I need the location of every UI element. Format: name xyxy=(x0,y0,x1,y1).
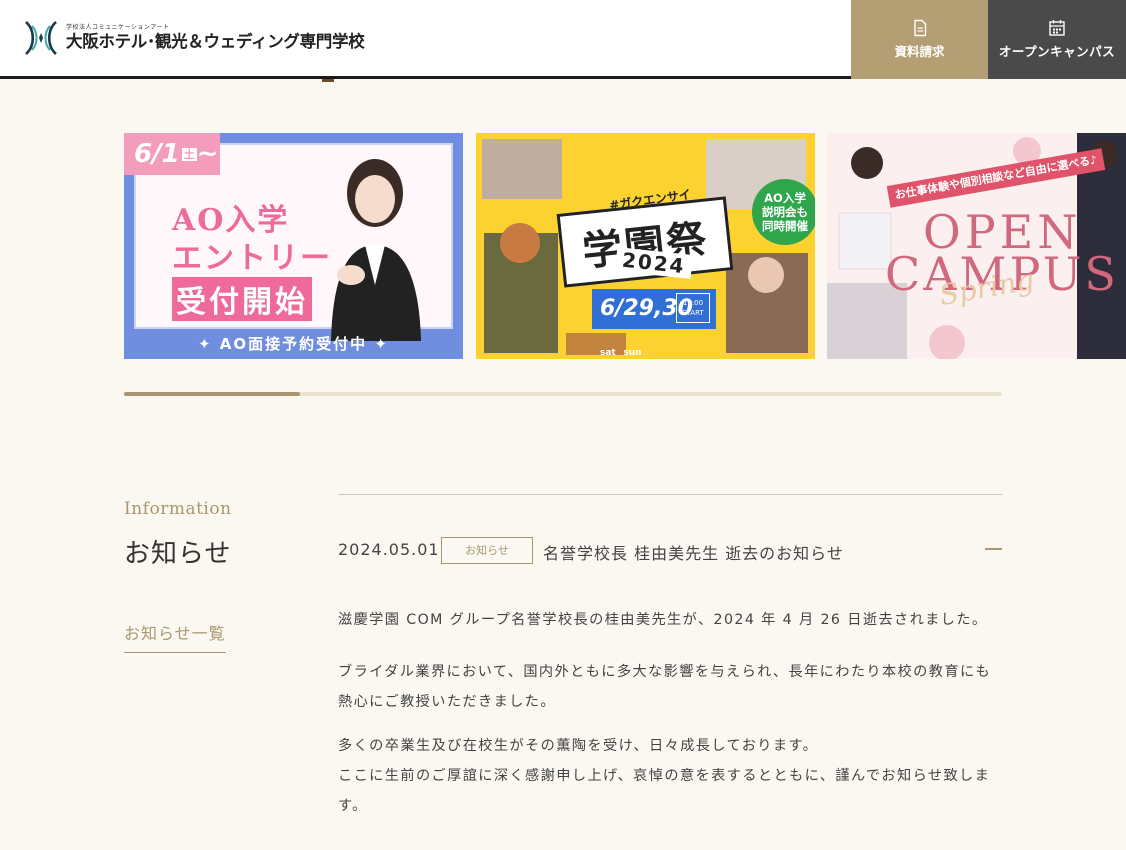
header-strip-accent xyxy=(322,79,334,82)
banner-ao-date: 6/1 xyxy=(134,139,180,169)
news-paragraph: 多くの卒業生及び在校生がその薫陶を受け、日々成長しております。 ここに生前のご厚… xyxy=(338,731,1002,821)
festival-circle-line3: 同時開催 xyxy=(762,219,808,233)
open-campus-label: オープンキャンパス xyxy=(998,44,1116,59)
banner-ao-tilde: ~ xyxy=(196,139,219,169)
calendar-icon xyxy=(1049,20,1065,36)
info-heading-en: Information xyxy=(124,499,232,519)
info-heading-ja: お知らせ xyxy=(124,539,232,569)
news-divider xyxy=(338,494,1002,495)
news-title[interactable]: 名誉学校長 桂由美先生 逝去のお知らせ xyxy=(543,540,844,564)
news-list-link[interactable]: お知らせ一覧 xyxy=(124,620,226,653)
festival-day-sun: sun xyxy=(623,348,642,358)
festival-ao-circle: AO入学 説明会も 同時開催 xyxy=(752,179,815,245)
news-date: 2024.05.01 xyxy=(338,540,440,559)
site-logo[interactable]: 学校法人コミュニケーションアート 大阪ホテル･観光＆ウェディング専門学校 xyxy=(22,20,365,56)
festival-circle-line1: AO入学 xyxy=(764,191,806,205)
open-campus-button[interactable]: オープンキャンパス xyxy=(988,0,1126,79)
logo-title: 大阪ホテル･観光＆ウェディング専門学校 xyxy=(66,32,365,51)
festival-start-label: START xyxy=(682,309,704,317)
banner-open-campus[interactable]: お仕事体験や個別相談など自由に選べる♪ OPEN CAMPUS Spring xyxy=(827,133,1126,359)
document-icon xyxy=(913,19,926,37)
banner-school-festival[interactable]: #ガクエンサイ 学園祭 2024 AO入学 説明会も 同時開催 6/29,30 … xyxy=(476,133,815,359)
request-docs-button[interactable]: 資料請求 xyxy=(851,0,988,79)
news-paragraph: 滋慶学園 COM グループ名誉学校長の桂由美先生が、2024 年 4 月 26 … xyxy=(338,612,988,628)
news-paragraph-line: ここに生前のご厚誼に深く感謝申し上げ、哀悼の意を表するとともに、謹んでお知らせ致… xyxy=(338,768,991,814)
banner-ao-line2: エントリー xyxy=(172,241,332,276)
news-paragraph-line: 多くの卒業生及び在校生がその薫陶を受け、日々成長しております。 xyxy=(338,738,819,754)
logo-subtitle: 学校法人コミュニケーションアート xyxy=(66,24,170,31)
request-docs-label: 資料請求 xyxy=(894,44,945,59)
banner-ao-line3: 受付開始 xyxy=(172,277,312,321)
school-logo-icon xyxy=(25,21,57,55)
festival-start-time: 11:00 xyxy=(682,299,704,307)
news-paragraph: ブライダル業界において、国内外ともに多大な影響を与えられ、長年にわたり本校の教育… xyxy=(338,664,992,710)
banner-ao-day: 土 xyxy=(181,147,197,161)
slider-progress-bar[interactable] xyxy=(124,392,1002,396)
festival-circle-line2: 説明会も xyxy=(762,205,808,219)
festival-start-box: 11:00 START xyxy=(676,293,710,323)
banner-ao-entry[interactable]: AO入学 エントリー 受付開始 6/1 土~ ✦ AO面接予約受付中 ✦ xyxy=(124,133,463,359)
banner-ao-footer: ✦ AO面接予約受付中 ✦ xyxy=(198,335,389,353)
site-header: 学校法人コミュニケーションアート 大阪ホテル･観光＆ウェディング専門学校 資料請… xyxy=(0,0,1126,79)
news-category-badge: お知らせ xyxy=(441,537,533,564)
festival-day-sat: sat xyxy=(600,348,616,358)
banner-ao-date-tag: 6/1 土~ xyxy=(124,133,220,175)
minus-icon[interactable] xyxy=(985,548,1002,550)
slider-progress-fill xyxy=(124,392,300,396)
